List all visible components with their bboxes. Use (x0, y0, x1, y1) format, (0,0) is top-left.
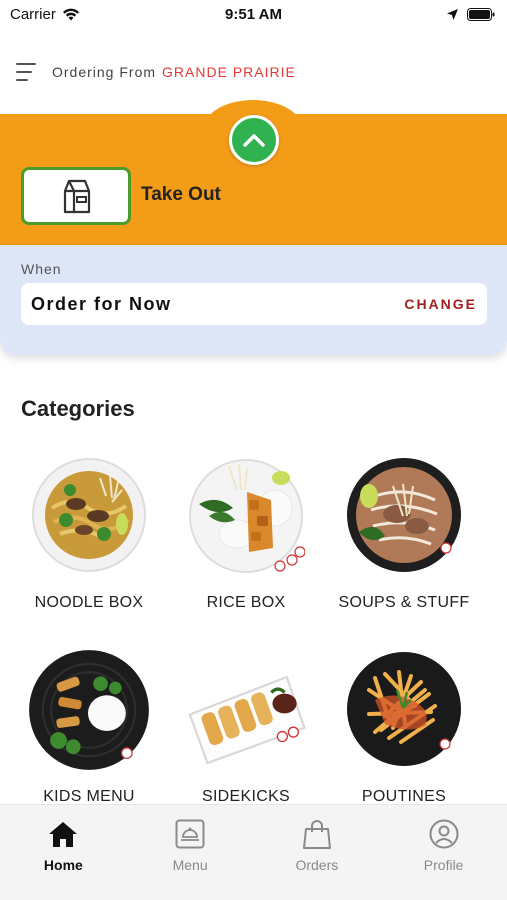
when-label: When (21, 261, 62, 277)
tab-profile[interactable]: Profile (380, 805, 507, 900)
tab-label: Home (43, 857, 83, 873)
category-name: SOUPS & STUFF (338, 594, 470, 611)
home-icon (48, 819, 78, 849)
status-bar: Carrier 9:51 AM (0, 0, 507, 28)
category-rice-box[interactable]: RICE BOX (167, 456, 325, 626)
header: Ordering From GRANDE PRAIRIE (0, 44, 507, 100)
tab-bar: Home Menu Orders Profile (0, 804, 507, 900)
collapse-toggle-button[interactable] (229, 115, 279, 165)
when-panel: When Order for Now CHANGE (0, 245, 507, 355)
status-right (446, 7, 495, 21)
tab-label: Profile (423, 857, 464, 873)
category-sidekicks[interactable]: SIDEKICKS (167, 650, 325, 820)
carrier-label: Carrier (10, 5, 56, 23)
menu-tray-icon (175, 819, 205, 849)
category-kids-menu[interactable]: KIDS MENU (10, 650, 168, 820)
chevron-up-icon (243, 134, 265, 147)
location-link[interactable]: GRANDE PRAIRIE (162, 64, 296, 80)
category-name: NOODLE BOX (34, 594, 144, 611)
wifi-icon (62, 8, 79, 20)
noodle-box-image (32, 458, 146, 572)
status-left: Carrier (10, 6, 80, 23)
tab-orders[interactable]: Orders (254, 805, 381, 900)
bag-icon (302, 819, 332, 849)
location-arrow-icon (447, 8, 458, 20)
category-noodle-box[interactable]: NOODLE BOX (10, 456, 168, 626)
tab-label: Menu (172, 857, 208, 873)
profile-icon (429, 819, 459, 849)
battery-icon (467, 7, 495, 21)
hamburger-menu-icon[interactable] (16, 63, 40, 81)
poutines-image (347, 652, 461, 766)
category-name: RICE BOX (206, 594, 286, 611)
takeout-option[interactable] (21, 167, 131, 225)
when-card[interactable]: Order for Now CHANGE (21, 283, 487, 325)
categories-heading: Categories (21, 396, 135, 421)
category-poutines[interactable]: POUTINES (325, 650, 483, 820)
kids-menu-image (29, 650, 149, 770)
tab-label: Orders (295, 857, 339, 873)
ordering-from-label: Ordering From (52, 64, 157, 80)
change-button[interactable]: CHANGE (404, 296, 477, 312)
category-soups-stuff[interactable]: SOUPS & STUFF (325, 456, 483, 626)
takeout-box-icon (63, 179, 91, 214)
tab-menu[interactable]: Menu (127, 805, 254, 900)
sidekicks-image (188, 675, 306, 765)
order-time-value: Order for Now (31, 293, 172, 314)
tab-home[interactable]: Home (0, 805, 127, 900)
soups-image (347, 458, 461, 572)
order-type-label: Take Out (141, 184, 221, 205)
rice-box-image (189, 459, 305, 573)
